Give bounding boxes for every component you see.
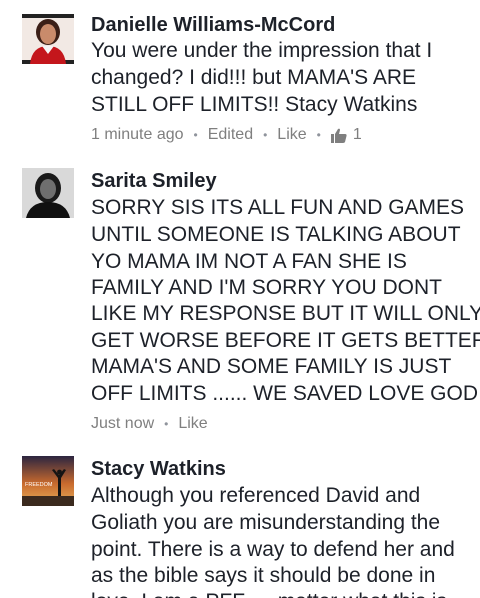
comment-author[interactable]: Sarita Smiley xyxy=(91,170,217,193)
profile-photo-freedom-sunset-icon: FREEDOM xyxy=(22,456,74,506)
thumbs-up-icon xyxy=(330,128,347,143)
separator-dot: • xyxy=(193,128,198,142)
separator-dot: • xyxy=(263,128,268,142)
like-button[interactable]: Like xyxy=(277,126,306,144)
comment-timestamp[interactable]: Just now xyxy=(91,415,154,433)
comment-text-line: You were under the impression that I xyxy=(91,39,433,62)
comment-meta: 1 minute ago • Edited • Like • 1 xyxy=(91,126,362,144)
comment-text-line: LIKE MY RESPONSE BUT IT WILL ONLY xyxy=(91,302,480,325)
comment-text-line: FAMILY AND I'M SORRY YOU DONT xyxy=(91,276,442,299)
comment-author[interactable]: Danielle Williams-McCord xyxy=(91,14,335,37)
comment-text-line: point. There is a way to defend her and xyxy=(91,538,455,561)
separator-dot: • xyxy=(316,128,321,142)
profile-photo-woman-bw-icon xyxy=(22,168,74,218)
comment-meta: Just now • Like xyxy=(91,415,208,433)
like-count[interactable]: 1 xyxy=(330,126,362,144)
avatar[interactable] xyxy=(22,168,74,218)
comment-thread: Danielle Williams-McCord You were under … xyxy=(0,0,480,598)
comment-timestamp[interactable]: 1 minute ago xyxy=(91,126,184,144)
comment-text-line: love. I am a PFF..... matter what this i… xyxy=(91,589,447,598)
comment-text-line: as the bible says it should be done in xyxy=(91,564,436,587)
avatar-caption: FREEDOM xyxy=(25,482,53,488)
separator-dot: • xyxy=(164,417,169,431)
comment-text-line: Goliath you are misunderstanding the xyxy=(91,511,441,534)
avatar[interactable] xyxy=(22,14,74,64)
edited-link[interactable]: Edited xyxy=(208,126,253,144)
avatar[interactable]: FREEDOM xyxy=(22,456,74,506)
like-button[interactable]: Like xyxy=(178,415,207,433)
comment-text-line: SORRY SIS ITS ALL FUN AND GAMES xyxy=(91,196,465,219)
comment-text-line: STILL OFF LIMITS!! Stacy Watkins xyxy=(91,93,418,116)
comment-text-line: changed? I did!!! but MAMA'S ARE xyxy=(91,66,417,89)
comment-text-line: Although you referenced David and xyxy=(91,484,421,507)
like-count-value: 1 xyxy=(352,126,362,143)
comment-text-line: OFF LIMITS ...... WE SAVED LOVE GOD xyxy=(91,382,479,405)
comment-text-line: UNTIL SOMEONE IS TALKING ABOUT xyxy=(91,223,461,246)
comment-text-line: GET WORSE BEFORE IT GETS BETTER xyxy=(91,329,480,352)
profile-photo-woman-red-icon xyxy=(22,14,74,64)
comment-text-line: MAMA'S AND SOME FAMILY IS JUST xyxy=(91,355,452,378)
comment-author[interactable]: Stacy Watkins xyxy=(91,458,226,481)
comment-text-line: YO MAMA IM NOT A FAN SHE IS xyxy=(91,250,407,273)
